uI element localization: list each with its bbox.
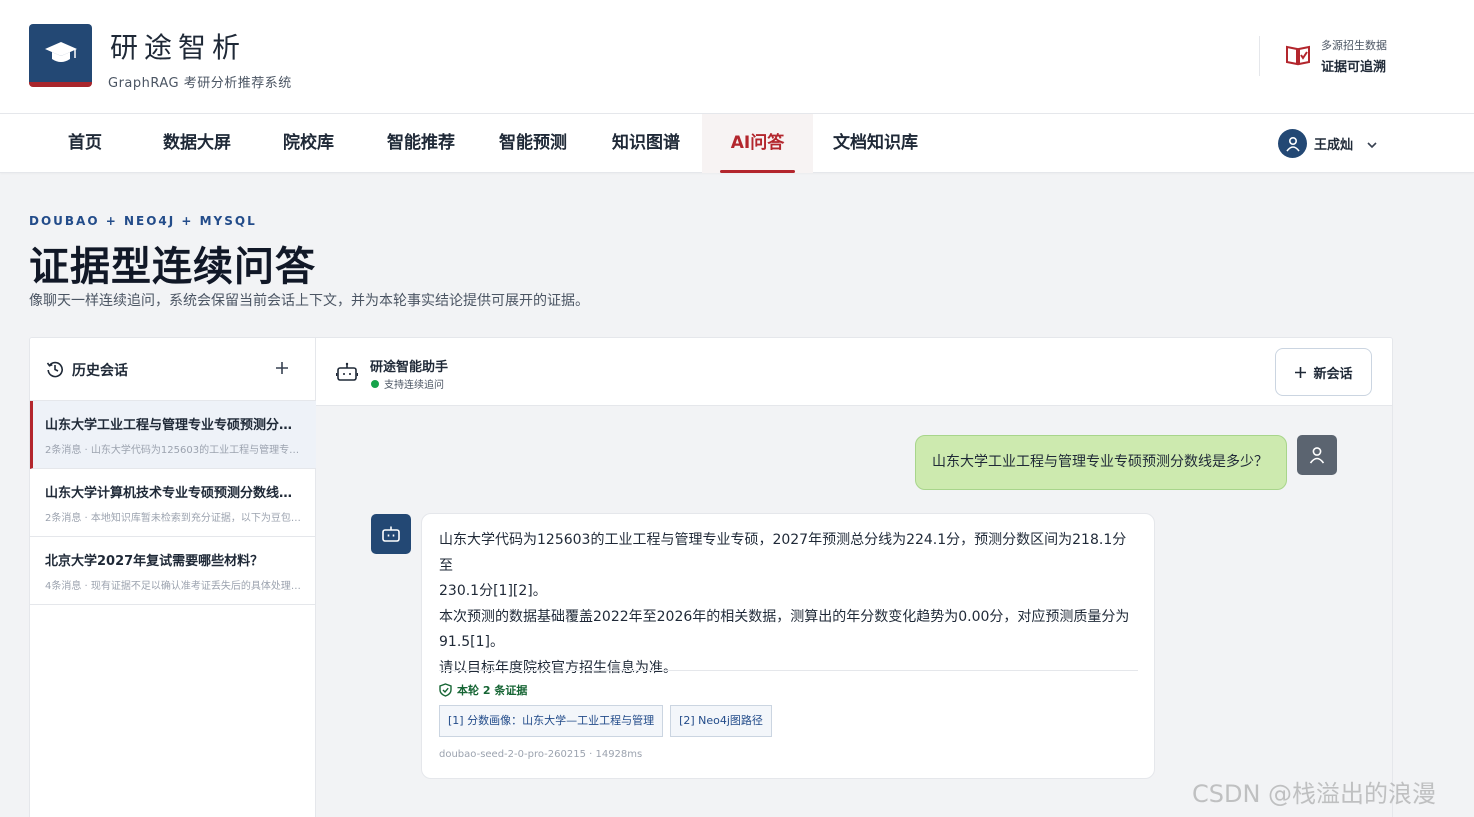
conversation-list: 山东大学工业工程与管理专业专硕预测分数线是多少？ 2条消息 · 山东大学代码为1… — [30, 401, 316, 605]
assistant-name: 研途智能助手 — [370, 360, 449, 375]
graduation-cap-logo-icon[interactable] — [29, 24, 92, 87]
conversation-item-active[interactable]: 山东大学工业工程与管理专业专硕预测分数线是多少？ 2条消息 · 山东大学代码为1… — [30, 401, 316, 469]
answer-line: 请以目标年度院校官方招生信息为准。 — [439, 659, 677, 676]
plus-icon — [276, 362, 288, 374]
user-message-bubble: 山东大学工业工程与管理专业专硕预测分数线是多少？ — [915, 435, 1287, 490]
evidence-chip[interactable]: [1] 分数画像：山东大学—工业工程与管理 — [439, 705, 664, 737]
conversation-title: 北京大学2027年复试需要哪些材料？ — [45, 554, 264, 569]
conversation-meta: 2条消息 · 本地知识库暂未检索到充分证据，以下为豆包模型回答 — [45, 513, 302, 524]
online-status-dot — [371, 380, 379, 388]
user-avatar-icon — [1297, 435, 1337, 475]
add-conversation-button[interactable] — [270, 356, 294, 380]
brand-subtitle: GraphRAG 考研分析推荐系统 — [108, 76, 292, 91]
watermark: CSDN @栈溢出的浪漫 — [1192, 780, 1437, 808]
answer-line: 91.5[1]。 — [439, 634, 505, 650]
tech-stack-eyebrow: DOUBAO + NEO4J + MYSQL — [29, 214, 257, 228]
brand-title: 研途智析 — [110, 31, 247, 64]
history-clock-icon — [46, 360, 64, 382]
nav-knowledge-graph[interactable]: 知识图谱 — [612, 114, 680, 173]
user-name[interactable]: 王成灿 — [1314, 134, 1353, 153]
nav-ai-qa[interactable]: AI问答 — [702, 114, 813, 173]
new-conversation-label: 新会话 — [1313, 366, 1353, 382]
evidence-title: 本轮 2 条证据 — [457, 684, 528, 697]
robot-avatar-icon — [371, 514, 411, 554]
chevron-down-icon[interactable] — [1366, 136, 1378, 155]
nav-home[interactable]: 首页 — [68, 114, 102, 173]
conversation-title: 山东大学计算机技术专业专硕预测分数线是多少？ — [45, 486, 302, 501]
conversation-title: 山东大学工业工程与管理专业专硕预测分数线是多少？ — [45, 418, 302, 433]
main-nav: 首页 数据大屏 院校库 智能推荐 智能预测 知识图谱 AI问答 文档知识库 王成… — [0, 114, 1474, 173]
top-header: 研途智析 GraphRAG 考研分析推荐系统 多源招生数据 证据可追溯 — [0, 0, 1474, 114]
conversation-meta: 2条消息 · 山东大学代码为125603的工业工程与管理专业专硕，2027年预测… — [45, 445, 302, 456]
assistant-answer-card: 山东大学代码为125603的工业工程与管理专业专硕，2027年预测总分线为224… — [421, 513, 1155, 779]
user-avatar-icon[interactable] — [1278, 129, 1307, 158]
answer-line: 本次预测的数据基础覆盖2022年至2026年的相关数据，测算出的年分数变化趋势为… — [439, 608, 1130, 625]
header-divider — [1259, 36, 1260, 76]
evidence-chip[interactable]: [2] Neo4j图路径 — [670, 705, 772, 737]
page-title: 证据型连续问答 — [29, 244, 316, 290]
evidence-header: 本轮 2 条证据 — [439, 682, 527, 698]
answer-line: 山东大学代码为125603的工业工程与管理专业专硕，2027年预测总分线为224… — [439, 532, 1127, 574]
nav-doc-library[interactable]: 文档知识库 — [833, 114, 918, 173]
shield-check-icon — [439, 683, 452, 697]
conversation-item[interactable]: 北京大学2027年复试需要哪些材料？ 4条消息 · 现有证据不足以确认准考证丢失… — [30, 537, 316, 605]
history-title: 历史会话 — [72, 363, 128, 379]
page-description: 像聊天一样连续追问，系统会保留当前会话上下文，并为本轮事实结论提供可展开的证据。 — [29, 293, 589, 309]
nav-recommend[interactable]: 智能推荐 — [387, 114, 455, 173]
open-book-check-icon — [1285, 43, 1311, 71]
trace-caption: 多源招生数据 — [1321, 39, 1387, 52]
nav-universities[interactable]: 院校库 — [283, 114, 334, 173]
nav-dashboard[interactable]: 数据大屏 — [163, 114, 231, 173]
answer-line: 230.1分[1][2]。 — [439, 583, 547, 599]
evidence-chips: [1] 分数画像：山东大学—工业工程与管理 [2] Neo4j图路径 — [439, 705, 772, 737]
nav-predict[interactable]: 智能预测 — [499, 114, 567, 173]
answer-divider — [439, 670, 1138, 671]
plus-icon — [1295, 366, 1307, 378]
chat-header: 研途智能助手 支持连续追问 新会话 — [316, 338, 1392, 406]
history-sidebar: 历史会话 山东大学工业工程与管理专业专硕预测分数线是多少？ 2条消息 · 山东大… — [30, 338, 316, 817]
trace-heading: 证据可追溯 — [1321, 60, 1387, 75]
qa-panel: 历史会话 山东大学工业工程与管理专业专硕预测分数线是多少？ 2条消息 · 山东大… — [29, 337, 1393, 817]
robot-icon — [335, 362, 359, 386]
model-meta: doubao-seed-2-0-pro-260215 · 14928ms — [439, 749, 643, 760]
conversation-item[interactable]: 山东大学计算机技术专业专硕预测分数线是多少？ 2条消息 · 本地知识库暂未检索到… — [30, 469, 316, 537]
history-header: 历史会话 — [30, 338, 316, 401]
new-conversation-button[interactable]: 新会话 — [1275, 348, 1372, 396]
conversation-meta: 4条消息 · 现有证据不足以确认准考证丢失后的具体处理方式 — [45, 581, 302, 592]
assistant-status: 支持连续追问 — [384, 380, 444, 391]
chat-area: 研途智能助手 支持连续追问 新会话 山东大学工业工程与管理专业专硕预测分数线是多… — [316, 338, 1392, 817]
